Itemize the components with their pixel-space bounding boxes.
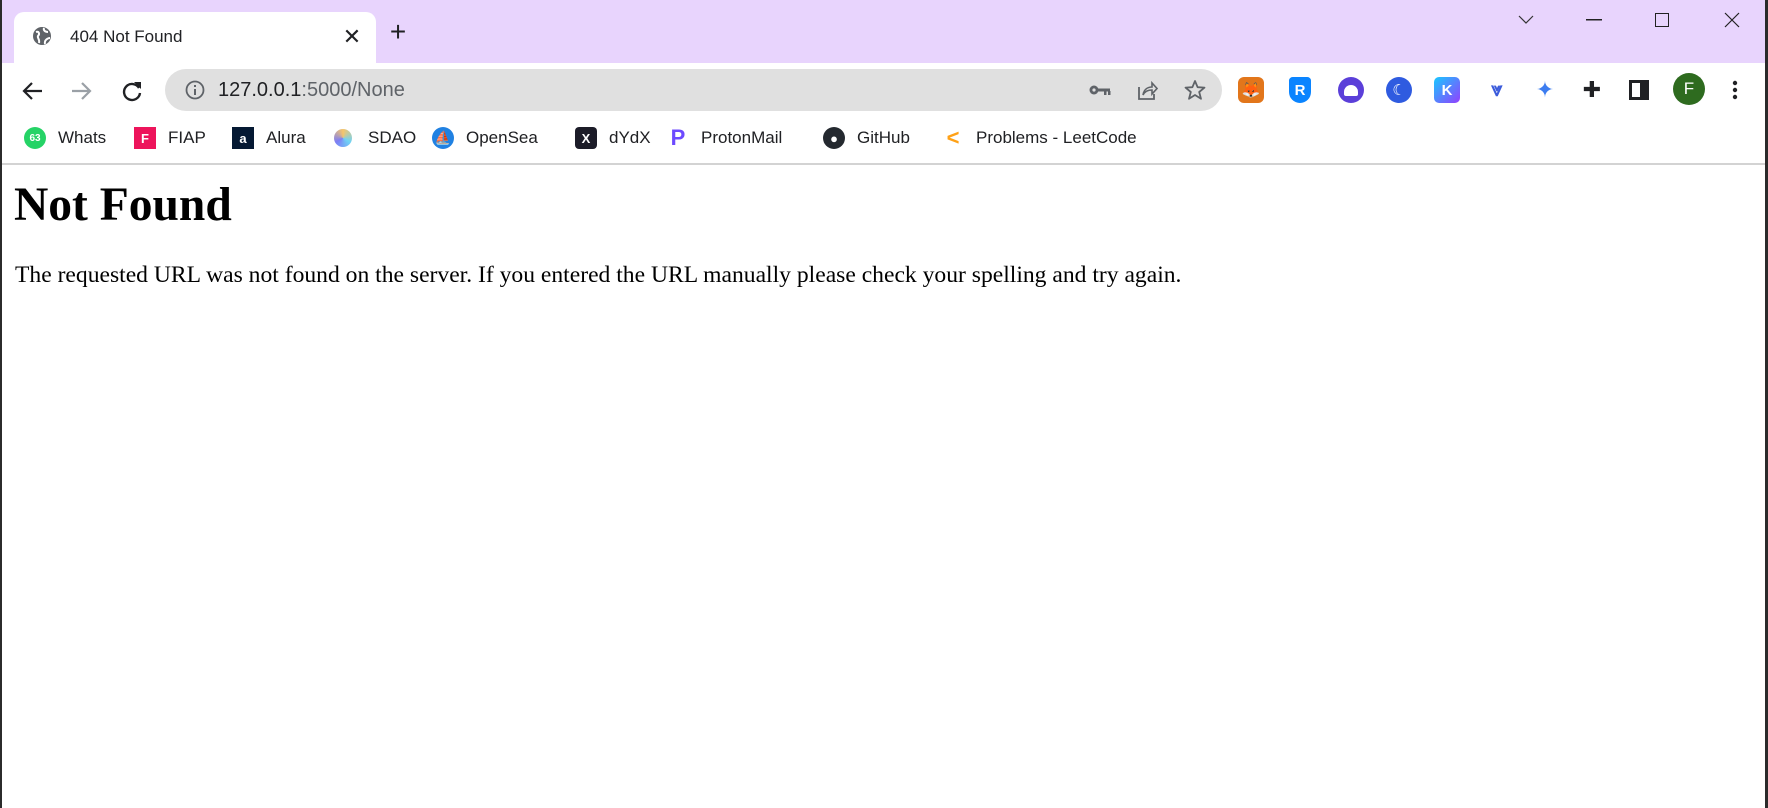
minimize-button[interactable] xyxy=(1582,8,1606,32)
tab-strip: 404 Not Found ✕ + xyxy=(2,0,1765,63)
bookmark-label: dYdX xyxy=(609,128,651,147)
page-heading: Not Found xyxy=(14,179,232,231)
error-message: The requested URL was not found on the s… xyxy=(15,262,1182,288)
bookmark-label: SDAO xyxy=(368,128,417,147)
phantom-extension-icon[interactable] xyxy=(1338,77,1364,103)
github-icon: ● xyxy=(823,127,845,149)
new-tab-button[interactable]: + xyxy=(386,16,410,47)
tab-title: 404 Not Found xyxy=(70,27,183,46)
sdao-icon xyxy=(334,129,352,147)
close-window-button[interactable] xyxy=(1720,8,1744,32)
profile-avatar[interactable]: F xyxy=(1673,73,1705,105)
bookmark-dydx[interactable]: XdYdX xyxy=(575,118,651,158)
maximize-button[interactable] xyxy=(1650,8,1674,32)
address-bar[interactable]: 127.0.0.1:5000/None xyxy=(165,69,1222,111)
reload-button[interactable] xyxy=(119,78,145,104)
protonmail-icon: P xyxy=(670,125,686,150)
whatsapp-icon: 63 xyxy=(24,127,46,149)
bookmark-leetcode[interactable]: < Problems - LeetCode xyxy=(942,118,1137,158)
share-icon[interactable] xyxy=(1135,78,1159,102)
url-text[interactable]: 127.0.0.1:5000/None xyxy=(218,79,405,102)
bookmark-sdao[interactable]: SDAO xyxy=(334,118,416,158)
page-content: Not Found The requested URL was not foun… xyxy=(2,166,1765,808)
bookmark-label: ProtonMail xyxy=(701,128,783,147)
bookmark-opensea[interactable]: ⛵ OpenSea xyxy=(432,118,538,158)
bookmark-protonmail[interactable]: P ProtonMail xyxy=(667,118,783,158)
forward-button[interactable] xyxy=(68,78,94,104)
satellite-extension-icon[interactable]: ✦ xyxy=(1532,77,1558,103)
bookmark-fiap[interactable]: F FIAP xyxy=(134,118,206,158)
bookmark-label: GitHub xyxy=(857,128,910,147)
moon-extension-icon[interactable]: ☾ xyxy=(1386,77,1412,103)
ronin-extension-icon[interactable]: R xyxy=(1289,77,1311,103)
url-host: 127.0.0.1 xyxy=(218,79,302,101)
dydx-icon: X xyxy=(575,127,597,149)
bookmark-label: OpenSea xyxy=(466,128,538,147)
url-path: :5000/None xyxy=(301,79,405,101)
opensea-icon: ⛵ xyxy=(432,127,454,149)
bookmark-label: FIAP xyxy=(168,128,206,147)
bookmark-star-icon[interactable] xyxy=(1183,78,1207,102)
side-panel-icon[interactable] xyxy=(1626,77,1652,103)
bookmark-github[interactable]: ● GitHub xyxy=(823,118,910,158)
menu-kebab-icon[interactable] xyxy=(1722,77,1748,103)
bookmark-label: Problems - LeetCode xyxy=(976,128,1137,147)
browser-window: 404 Not Found ✕ + 127.0.0.1:5000/None 🦊 … xyxy=(2,0,1765,808)
key-icon[interactable] xyxy=(1088,79,1112,101)
alura-icon: a xyxy=(232,127,254,149)
globe-icon xyxy=(32,26,52,46)
bookmark-label: Whats xyxy=(58,128,107,147)
chevrons-extension-icon[interactable]: ⩔ xyxy=(1484,77,1510,103)
extensions-puzzle-icon[interactable]: ✚ xyxy=(1579,77,1605,103)
bookmark-label: Alura xyxy=(266,128,306,147)
bookmark-whats[interactable]: 63 Whats xyxy=(24,118,106,158)
site-info-icon[interactable] xyxy=(184,79,206,101)
keplr-extension-icon[interactable]: K xyxy=(1434,77,1460,103)
fiap-icon: F xyxy=(134,127,156,149)
bookmark-alura[interactable]: a Alura xyxy=(232,118,306,158)
tab-active[interactable]: 404 Not Found ✕ xyxy=(14,12,376,63)
tab-close-icon[interactable]: ✕ xyxy=(341,24,363,49)
tab-search-chevron-icon[interactable] xyxy=(1514,8,1538,32)
metamask-extension-icon[interactable]: 🦊 xyxy=(1238,77,1264,103)
back-button[interactable] xyxy=(20,78,46,104)
bookmarks-bar: 63 Whats F FIAP a Alura SDAO ⛵ OpenSea XdYdX… xyxy=(2,118,1765,165)
leetcode-icon: < xyxy=(946,125,960,150)
